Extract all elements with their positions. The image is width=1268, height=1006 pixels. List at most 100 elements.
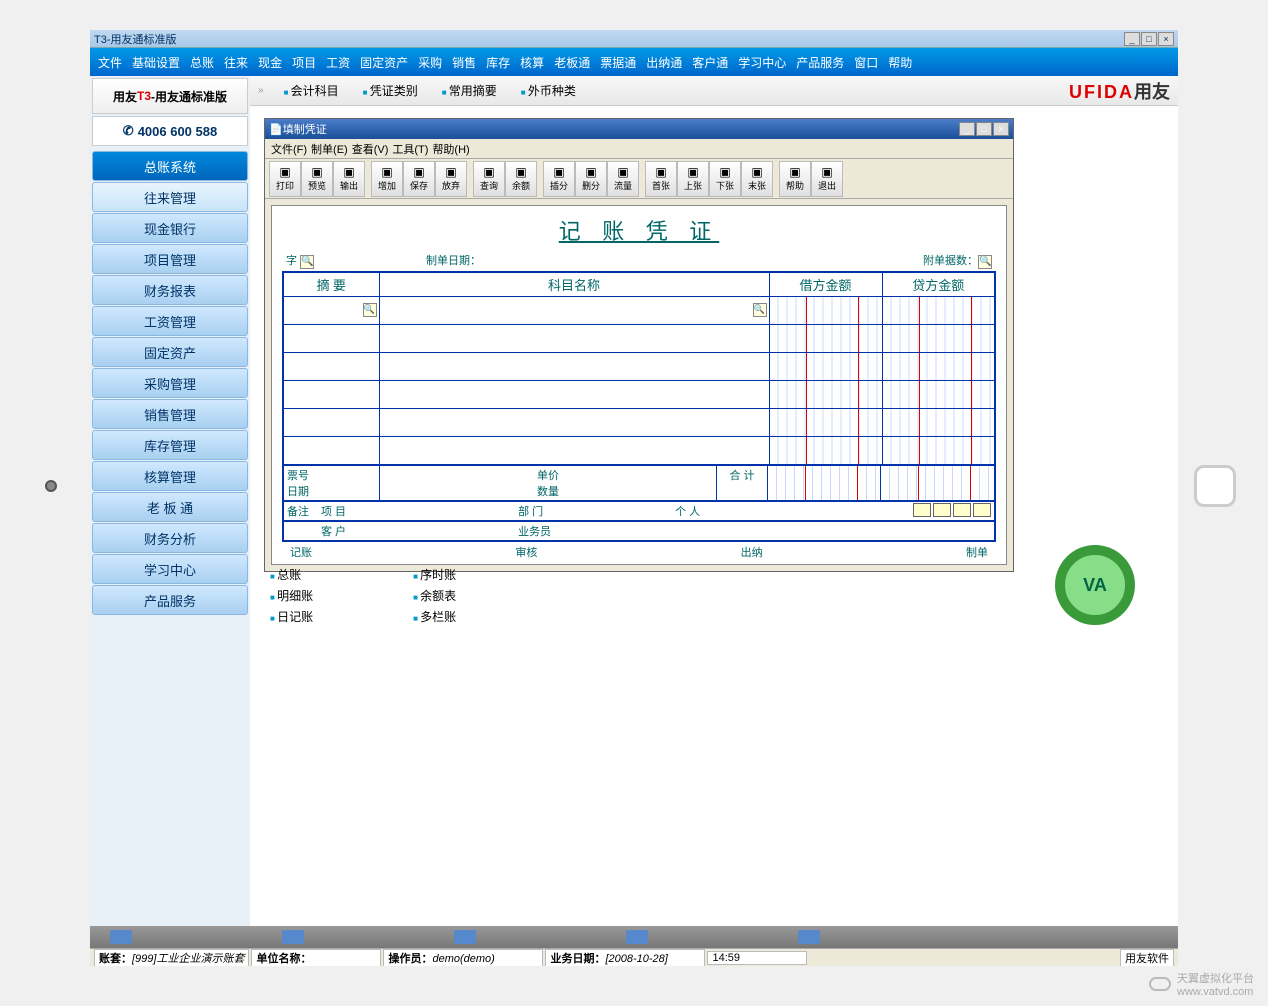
sidebar-item[interactable]: 项目管理 (92, 244, 248, 274)
tablet-frame: T3-用友通标准版 _ □ × 文件基础设置总账往来现金项目工资固定资产采购销售… (0, 0, 1268, 1006)
book-link[interactable]: 日记账 (270, 608, 313, 625)
tb-删分[interactable]: ▣删分 (575, 161, 607, 197)
aux-icons[interactable] (913, 503, 991, 519)
task-icon[interactable] (110, 930, 132, 944)
sidebar-item[interactable]: 财务分析 (92, 523, 248, 553)
chevron-icon: » (258, 85, 264, 96)
tb-余额[interactable]: ▣余额 (505, 161, 537, 197)
sidebar-item[interactable]: 老 板 通 (92, 492, 248, 522)
menu-销售[interactable]: 销售 (452, 54, 476, 71)
sidebar-item[interactable]: 核算管理 (92, 461, 248, 491)
tb-打印[interactable]: ▣打印 (269, 161, 301, 197)
tb-首张[interactable]: ▣首张 (645, 161, 677, 197)
sidebar-item[interactable]: 往来管理 (92, 182, 248, 212)
cloud-icon (1149, 977, 1171, 991)
breadcrumb-item[interactable]: 会计科目 (284, 82, 339, 99)
tb-保存[interactable]: ▣保存 (403, 161, 435, 197)
tb-流量[interactable]: ▣流量 (607, 161, 639, 197)
inner-menu-item[interactable]: 帮助(H) (432, 141, 469, 157)
maximize-button[interactable]: □ (1141, 32, 1157, 46)
task-icon[interactable] (454, 930, 476, 944)
inner-close[interactable]: × (993, 122, 1009, 136)
sidebar-item[interactable]: 学习中心 (92, 554, 248, 584)
menu-核算[interactable]: 核算 (520, 54, 544, 71)
tb-输出[interactable]: ▣输出 (333, 161, 365, 197)
menu-项目[interactable]: 项目 (292, 54, 316, 71)
lookup-icon[interactable]: 🔍 (978, 255, 992, 269)
tb-放弃[interactable]: ▣放弃 (435, 161, 467, 197)
product-logo: 用友T3-用友通标准版 (92, 78, 248, 114)
inner-menu-item[interactable]: 制单(E) (311, 141, 348, 157)
phone-icon: ✆ (123, 123, 134, 139)
task-icon[interactable] (626, 930, 648, 944)
menu-采购[interactable]: 采购 (418, 54, 442, 71)
close-button[interactable]: × (1158, 32, 1174, 46)
screen: T3-用友通标准版 _ □ × 文件基础设置总账往来现金项目工资固定资产采购销售… (90, 30, 1178, 966)
tb-帮助[interactable]: ▣帮助 (779, 161, 811, 197)
menu-总账[interactable]: 总账 (190, 54, 214, 71)
menu-老板通[interactable]: 老板通 (554, 54, 590, 71)
breadcrumb-item[interactable]: 常用摘要 (442, 82, 497, 99)
task-icon[interactable] (798, 930, 820, 944)
outer-menubar: 文件基础设置总账往来现金项目工资固定资产采购销售库存核算老板通票据通出纳通客户通… (90, 48, 1178, 76)
menu-文件[interactable]: 文件 (98, 54, 122, 71)
sidebar-item[interactable]: 总账系统 (92, 151, 248, 181)
sidebar-item[interactable]: 现金银行 (92, 213, 248, 243)
tb-末张[interactable]: ▣末张 (741, 161, 773, 197)
inner-maximize[interactable]: □ (976, 122, 992, 136)
home-button[interactable] (1194, 465, 1236, 507)
menu-库存[interactable]: 库存 (486, 54, 510, 71)
inner-menu-item[interactable]: 工具(T) (392, 141, 428, 157)
menu-往来[interactable]: 往来 (224, 54, 248, 71)
ufida-logo: UFIDA用友 (1069, 78, 1170, 104)
tb-查询[interactable]: ▣查询 (473, 161, 505, 197)
lookup-icon[interactable]: 🔍 (753, 303, 767, 317)
book-link[interactable]: 多栏账 (413, 608, 456, 625)
voucher-form: 记 账 凭 证 字 🔍 制单日期： 附单据数：🔍 摘 要 科目名称 借方金额 (271, 205, 1007, 565)
lookup-icon[interactable]: 🔍 (300, 255, 314, 269)
book-link[interactable]: 序时账 (413, 566, 456, 583)
menu-工资[interactable]: 工资 (326, 54, 350, 71)
book-link[interactable]: 余额表 (413, 587, 456, 604)
menu-固定资产[interactable]: 固定资产 (360, 54, 408, 71)
lookup-icon[interactable]: 🔍 (363, 303, 377, 317)
outer-titlebar: T3-用友通标准版 _ □ × (90, 30, 1178, 48)
inner-minimize[interactable]: _ (959, 122, 975, 136)
sidebar-item[interactable]: 产品服务 (92, 585, 248, 615)
menu-窗口[interactable]: 窗口 (854, 54, 878, 71)
signature-row: 记账审核出纳制单 (282, 542, 996, 562)
tb-预览[interactable]: ▣预览 (301, 161, 333, 197)
minimize-button[interactable]: _ (1124, 32, 1140, 46)
menu-票据通[interactable]: 票据通 (600, 54, 636, 71)
sidebar-item[interactable]: 采购管理 (92, 368, 248, 398)
tb-下张[interactable]: ▣下张 (709, 161, 741, 197)
sig-出纳: 出纳 (741, 544, 763, 560)
sidebar-item[interactable]: 工资管理 (92, 306, 248, 336)
menu-帮助[interactable]: 帮助 (888, 54, 912, 71)
book-link[interactable]: 总账 (270, 566, 313, 583)
menu-客户通[interactable]: 客户通 (692, 54, 728, 71)
book-link[interactable]: 明细账 (270, 587, 313, 604)
menu-学习中心[interactable]: 学习中心 (738, 54, 786, 71)
tb-上张[interactable]: ▣上张 (677, 161, 709, 197)
menu-现金[interactable]: 现金 (258, 54, 282, 71)
tb-增加[interactable]: ▣增加 (371, 161, 403, 197)
sidebar-item[interactable]: 固定资产 (92, 337, 248, 367)
menu-产品服务[interactable]: 产品服务 (796, 54, 844, 71)
tablet-camera (45, 480, 57, 492)
inner-menu-item[interactable]: 查看(V) (352, 141, 389, 157)
sig-制单: 制单 (966, 544, 988, 560)
sidebar-item[interactable]: 销售管理 (92, 399, 248, 429)
breadcrumb-item[interactable]: 凭证类别 (363, 82, 418, 99)
sidebar-item[interactable]: 库存管理 (92, 430, 248, 460)
tb-插分[interactable]: ▣插分 (543, 161, 575, 197)
menu-基础设置[interactable]: 基础设置 (132, 54, 180, 71)
sidebar-item[interactable]: 财务报表 (92, 275, 248, 305)
task-icon[interactable] (282, 930, 304, 944)
breadcrumb-item[interactable]: 外币种类 (521, 82, 576, 99)
menu-出纳通[interactable]: 出纳通 (646, 54, 682, 71)
tb-退出[interactable]: ▣退出 (811, 161, 843, 197)
voucher-grid[interactable]: 摘 要 科目名称 借方金额 贷方金额 🔍🔍 (282, 271, 996, 466)
va-widget[interactable]: VA (1050, 530, 1160, 640)
inner-menu-item[interactable]: 文件(F) (271, 141, 307, 157)
